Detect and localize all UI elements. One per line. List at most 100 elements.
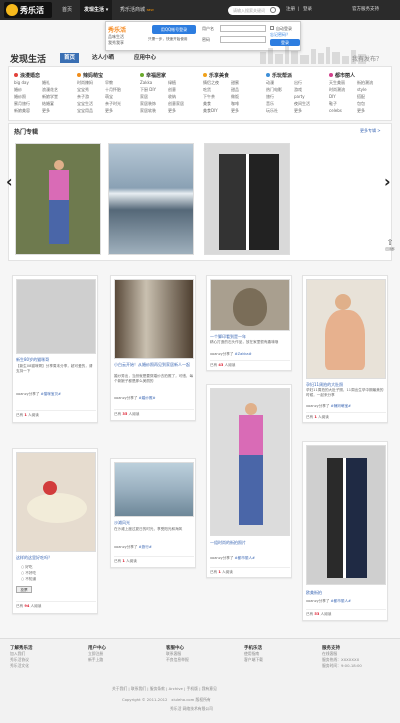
card-6-user-name[interactable]: xoanzy分享了 <box>114 545 138 549</box>
category-link[interactable]: 更多 <box>105 107 133 114</box>
qq-login-button[interactable]: 用QQ帐号登录 <box>152 25 196 34</box>
card-8[interactable]: 欧美街拍 xoanzy分享了 #都市丽人# 已有 53 人阅读 <box>302 441 388 621</box>
category-link[interactable]: 新娘学堂 <box>42 93 70 100</box>
card-8-user-name[interactable]: xoanzy分享了 <box>306 599 330 603</box>
category-title[interactable]: 乐享美食 <box>203 72 263 79</box>
card-4-user-name[interactable]: xoanzy分享了 <box>306 404 330 408</box>
nav-home[interactable]: 首页 <box>62 0 72 20</box>
card-2-caption[interactable]: 小白云开始！从婚纱照再见到家居新人一起 <box>114 362 194 367</box>
hot-photo-1[interactable] <box>15 143 101 255</box>
card-4[interactable]: 孕妇11周拍的大肚照 孕妇11周拍的大肚子照，11周出生孕中期最美的时候，一起来… <box>302 275 388 423</box>
category-link[interactable]: 萌宝 <box>105 93 133 100</box>
card-2-user-name[interactable]: xoanzy分享了 <box>114 396 138 400</box>
category-link[interactable]: 时尚潮流 <box>329 86 357 93</box>
card-2[interactable]: 小白云开始！从婚纱照再见到家居新人一起 婚纱秀出，当然就是要穿婚纱去拍照了，可惜… <box>110 275 196 421</box>
prev-arrow-icon[interactable]: ‹ <box>6 172 13 191</box>
poll-option-3[interactable]: ○ 不知道 <box>21 577 36 582</box>
category-link[interactable]: 亲子游 <box>77 93 105 100</box>
hot-photo-3[interactable] <box>204 143 290 255</box>
card-1-caption[interactable]: 新生80岁的猫咪哥 <box>16 357 96 362</box>
card-3-caption[interactable]: 一个脚印看到是一年 <box>210 334 290 339</box>
register-link[interactable]: 注册 <box>286 0 295 20</box>
category-link[interactable]: 更多 <box>294 107 322 114</box>
category-link[interactable]: 宝宝秀 <box>77 86 105 93</box>
remember-checkbox[interactable] <box>270 26 274 30</box>
card-3[interactable]: 一个脚印看到是一年 精心打造的石头作品，放在家里很有趣味哦 xoanzy分享了 … <box>206 275 292 371</box>
tab-experts[interactable]: 达人小晒 <box>92 53 114 63</box>
category-link[interactable]: 鞋子 <box>329 100 357 107</box>
category-link[interactable]: big day <box>14 79 42 86</box>
category-link[interactable]: 热门电影 <box>266 86 294 93</box>
category-link[interactable]: 街拍潮流 <box>357 79 385 86</box>
category-link[interactable]: 蜜月旅行 <box>14 100 42 107</box>
category-link[interactable]: 出行 <box>294 79 322 86</box>
category-link[interactable]: 做饭 <box>231 93 259 100</box>
category-link[interactable]: 甜蜜 <box>231 79 259 86</box>
footer-link[interactable]: 客户端下载 <box>244 657 263 663</box>
tab-apps[interactable]: 应用中心 <box>134 53 156 63</box>
category-link[interactable]: style <box>357 86 385 93</box>
category-link[interactable]: 更多 <box>42 107 70 114</box>
card-6-album[interactable]: #旅行# <box>139 545 152 549</box>
category-link[interactable]: celebs <box>329 107 357 114</box>
card-3-user-name[interactable]: xoanzy分享了 <box>210 352 234 356</box>
card-7[interactable]: 一组时尚的街拍照片 xoanzy分享了 #都市丽人# 已有 1 人阅读 <box>206 384 292 578</box>
card-7-album[interactable]: #都市丽人# <box>235 556 255 560</box>
card-2-album[interactable]: #婚纱照# <box>139 396 156 400</box>
category-link[interactable]: 家居 <box>140 93 168 100</box>
category-title[interactable]: 浪漫婚恋 <box>14 72 74 79</box>
category-link[interactable]: Zakka <box>140 79 168 86</box>
forgot-link[interactable]: 忘记密码？ <box>270 32 290 38</box>
category-link[interactable]: 玩乐社 <box>266 107 294 114</box>
category-title[interactable]: 乐玩帮派 <box>266 72 326 79</box>
category-link[interactable]: 时尚辣妈 <box>77 79 105 86</box>
category-link[interactable]: 音乐 <box>266 100 294 107</box>
footer-link[interactable]: 服务时间：9:00-18:00 <box>322 663 362 669</box>
nav-discover[interactable]: 发现生活 ▾ <box>80 0 113 20</box>
poll-option-2[interactable]: ○ 不好吃 <box>21 571 36 576</box>
search-icon[interactable] <box>270 7 276 13</box>
category-link[interactable]: 亲子时光 <box>105 100 133 107</box>
category-link[interactable]: 搭配 <box>357 93 385 100</box>
password-field[interactable] <box>220 36 266 43</box>
card-6[interactable]: 沙滩风光 在沙滩上度过夏日的时光，享受阳光和海风 xoanzy分享了 #旅行# … <box>110 458 196 568</box>
category-link[interactable]: 咖啡 <box>231 100 259 107</box>
category-link[interactable]: 情侣之夜 <box>203 79 231 86</box>
footer-link[interactable]: 秀乐活文化 <box>10 663 33 669</box>
hot-photo-2[interactable] <box>108 143 194 255</box>
post-link[interactable]: 我有发布？ <box>352 54 382 63</box>
nav-mall[interactable]: 秀乐活商城 NEW <box>120 0 154 20</box>
category-link[interactable]: 宝宝生活 <box>77 100 105 107</box>
category-link[interactable]: 美食 <box>203 100 231 107</box>
category-link[interactable]: 婚纱 <box>14 86 42 93</box>
category-title[interactable]: 幸福居家 <box>140 72 200 79</box>
category-link[interactable]: 甜品 <box>231 86 259 93</box>
tab-home[interactable]: 首页 <box>60 53 80 63</box>
category-link[interactable]: 早教 <box>105 79 133 86</box>
category-link[interactable]: 结婚宴 <box>42 100 70 107</box>
category-link[interactable]: 创意家居 <box>168 100 196 107</box>
card-4-caption[interactable]: 孕妇11周拍的大肚照 <box>306 382 386 387</box>
footer-link[interactable]: 新手上路 <box>88 657 106 663</box>
category-link[interactable]: 婚礼 <box>42 79 70 86</box>
footer-link-contact[interactable]: 联系我们 <box>131 686 146 691</box>
category-link[interactable]: 绿植 <box>168 79 196 86</box>
category-link[interactable]: 旅行 <box>266 93 294 100</box>
category-link[interactable]: 家居装饰 <box>140 100 168 107</box>
footer-link[interactable]: 不良信息举报 <box>166 657 189 663</box>
card-7-user-name[interactable]: xoanzy分享了 <box>210 556 234 560</box>
category-link[interactable]: 创意 <box>168 86 196 93</box>
card-8-caption[interactable]: 欧美街拍 <box>306 590 386 595</box>
footer-link-archive[interactable]: Archive <box>169 686 183 691</box>
card-1-album[interactable]: #猫咪宝贝# <box>41 392 61 396</box>
back-to-top-button[interactable]: ⇧ 回顶部 <box>384 238 396 254</box>
category-link[interactable]: 下午茶 <box>203 93 231 100</box>
category-link[interactable]: 美食DIY <box>203 107 231 114</box>
card-7-caption[interactable]: 一组时尚的街拍照片 <box>210 540 290 545</box>
official-support-link[interactable]: 官方服务支持 <box>352 0 379 20</box>
category-link[interactable]: 家居软装 <box>140 107 168 114</box>
category-link[interactable]: 游戏 <box>294 86 322 93</box>
category-link[interactable]: 下厨 DIY <box>140 86 168 93</box>
footer-link-about[interactable]: 关于我们 <box>112 686 127 691</box>
card-8-album[interactable]: #都市丽人# <box>331 599 351 603</box>
